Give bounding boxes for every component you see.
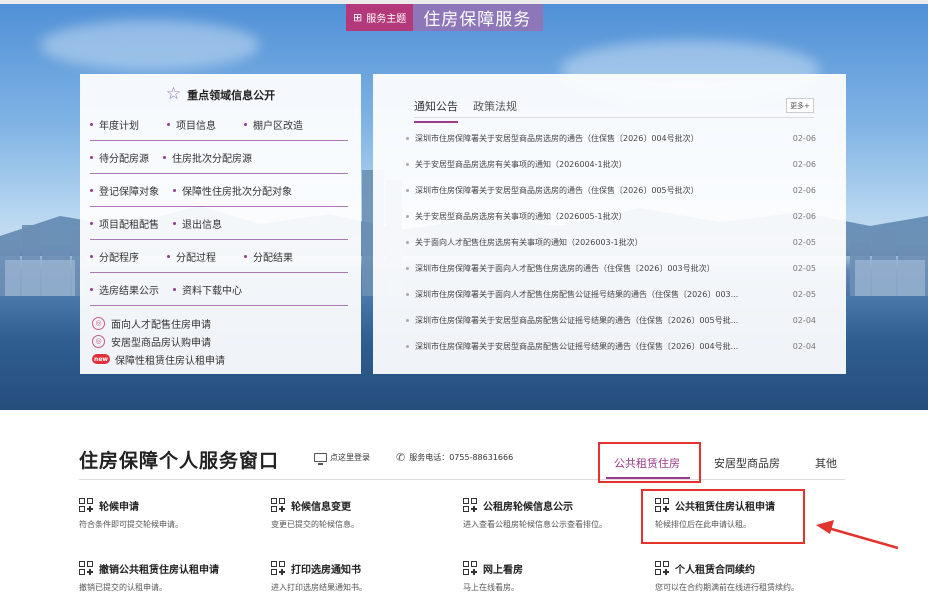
theme-badge: ⊞ 服务主题 (346, 4, 414, 31)
theme-badge-label: 服务主题 (366, 14, 407, 25)
grid-icon: ⊞ (353, 11, 363, 24)
annotation-arrow-icon (816, 520, 899, 550)
theme-title: 住房保障服务 (413, 4, 544, 31)
affordable-housing-application-link[interactable]: ◎ 安居型商品房认购申请 (92, 332, 225, 350)
service-card-print-notice[interactable]: 打印选房通知书 进入打印选房结果通知书。 (271, 560, 456, 593)
tab-affordable-housing[interactable]: 安居型商品房 (714, 455, 780, 471)
monitor-icon (314, 453, 327, 465)
circle-badge-icon: ◎ (92, 316, 105, 330)
news-item[interactable]: 深圳市住房保障署关于面向人才配售住房配售公证摇号结果的通告（住保售〔2026〕0… (406, 281, 816, 307)
circle-badge-icon: ◎ (92, 334, 105, 348)
news-panel: 通知公告 政策法规 更多+ 深圳市住房保障署关于安居型商品房选房的通告（住保售〔… (373, 74, 846, 374)
cloud (40, 20, 260, 70)
news-item[interactable]: 深圳市住房保障署关于安居型商品房配售公证摇号结果的通告（住保售〔2026〕005… (406, 307, 816, 333)
info-link[interactable]: 选房结果公示 (90, 282, 159, 297)
apps-grid-icon (79, 561, 93, 575)
key-info-panel: ☆ 重点领域信息公开 年度计划 项目信息 棚户区改造 待分配房源 住房批次分配房… (80, 74, 361, 374)
info-link[interactable]: 年度计划 (90, 117, 139, 132)
info-link[interactable]: 分配程序 (90, 249, 139, 264)
info-row: 分配程序 分配过程 分配结果 (90, 240, 348, 273)
info-row: 选房结果公示 资料下载中心 (90, 273, 348, 306)
service-card-waitlist-publicity[interactable]: 公租房轮候信息公示 进入查看公租房轮候信息公示查看排位。 (463, 497, 648, 530)
info-link[interactable]: 项目配租配售 (90, 216, 159, 231)
more-button[interactable]: 更多+ (786, 98, 814, 113)
info-link[interactable]: 棚户区改造 (244, 117, 303, 132)
tab-policies[interactable]: 政策法规 (473, 98, 517, 123)
key-info-heading: ☆ 重点领域信息公开 (80, 86, 361, 103)
service-theme-tab[interactable]: ⊞ 服务主题 住房保障服务 (346, 4, 544, 31)
info-link[interactable]: 登记保障对象 (90, 183, 159, 198)
divider (414, 117, 814, 118)
new-badge-icon: new (92, 354, 110, 364)
info-link[interactable]: 项目信息 (167, 117, 216, 132)
apps-grid-icon (463, 498, 477, 512)
apps-grid-icon (463, 561, 477, 575)
news-item[interactable]: 深圳市住房保障署关于安居型商品房选房的通告（住保售〔2026〕005号批次） 02… (406, 177, 816, 203)
apps-grid-icon (79, 498, 93, 512)
info-link[interactable]: 保障性住房批次分配对象 (173, 183, 292, 198)
news-tabs: 通知公告 政策法规 (414, 98, 517, 123)
info-link[interactable]: 住房批次分配房源 (163, 150, 252, 165)
info-row: 年度计划 项目信息 棚户区改造 (90, 108, 348, 141)
highlight-box-card (641, 489, 805, 544)
news-item[interactable]: 关于面向人才配售住房选房有关事项的通知（2026003-1批次） 02-05 (406, 229, 816, 255)
info-link[interactable]: 待分配房源 (90, 150, 149, 165)
talent-housing-application-link[interactable]: ◎ 面向人才配售住房申请 (92, 314, 225, 332)
info-link[interactable]: 资料下载中心 (173, 282, 242, 297)
rental-housing-application-link[interactable]: new 保障性租赁住房认租申请 (92, 350, 225, 368)
service-tabs-divider (79, 479, 845, 480)
service-card-waitlist-application[interactable]: 轮候申请 符合条件即可提交轮候申请。 (79, 497, 264, 530)
service-card-online-viewing[interactable]: 网上看房 马上在线看房。 (463, 560, 648, 593)
key-info-heading-text: 重点领域信息公开 (187, 88, 276, 102)
info-row: 待分配房源 住房批次分配房源 (90, 141, 348, 174)
info-row: 登记保障对象 保障性住房批次分配对象 (90, 174, 348, 207)
apps-grid-icon (655, 561, 669, 575)
news-item[interactable]: 深圳市住房保障署关于安居型商品房选房的通告（住保售〔2026〕004号批次） 02… (406, 125, 816, 151)
service-phone: ✆ 服务电话：0755-88631666 (396, 451, 514, 464)
info-link[interactable]: 分配结果 (244, 249, 293, 264)
service-card-waitlist-info-change[interactable]: 轮候信息变更 变更已提交的轮候信息。 (271, 497, 456, 530)
service-card-cancel-rental-application[interactable]: 撤销公共租赁住房认租申请 撤销已提交的认租申请。 (79, 560, 264, 593)
highlight-box-tab (598, 442, 701, 483)
info-link[interactable]: 分配过程 (167, 249, 216, 264)
application-links: ◎ 面向人才配售住房申请 ◎ 安居型商品房认购申请 new 保障性租赁住房认租申… (92, 314, 225, 368)
news-item[interactable]: 关于安居型商品房选房有关事项的通知（2026005-1批次） 02-06 (406, 203, 816, 229)
service-card-lease-renewal[interactable]: 个人租赁合同续约 您可以在合约期满前在线进行租赁续约。 (655, 560, 840, 593)
tab-notices[interactable]: 通知公告 (414, 98, 458, 123)
apps-grid-icon (271, 498, 285, 512)
tab-other[interactable]: 其他 (815, 455, 837, 471)
news-item[interactable]: 深圳市住房保障署关于安居型商品房配售公证摇号结果的通告（住保售〔2026〕004… (406, 333, 816, 359)
news-item[interactable]: 深圳市住房保障署关于面向人才配售住房选房的通告（住保售〔2026〕003号批次）… (406, 255, 816, 281)
service-window-title: 住房保障个人服务窗口 (79, 450, 280, 472)
info-row: 项目配租配售 退出信息 (90, 207, 348, 240)
info-link[interactable]: 退出信息 (173, 216, 222, 231)
star-icon: ☆ (165, 84, 182, 104)
news-item[interactable]: 关于安居型商品房选房有关事项的通知（2026004-1批次） 02-06 (406, 151, 816, 177)
login-link[interactable]: 点这里登录 (314, 452, 370, 465)
apps-grid-icon (271, 561, 285, 575)
phone-icon: ✆ (396, 451, 406, 464)
